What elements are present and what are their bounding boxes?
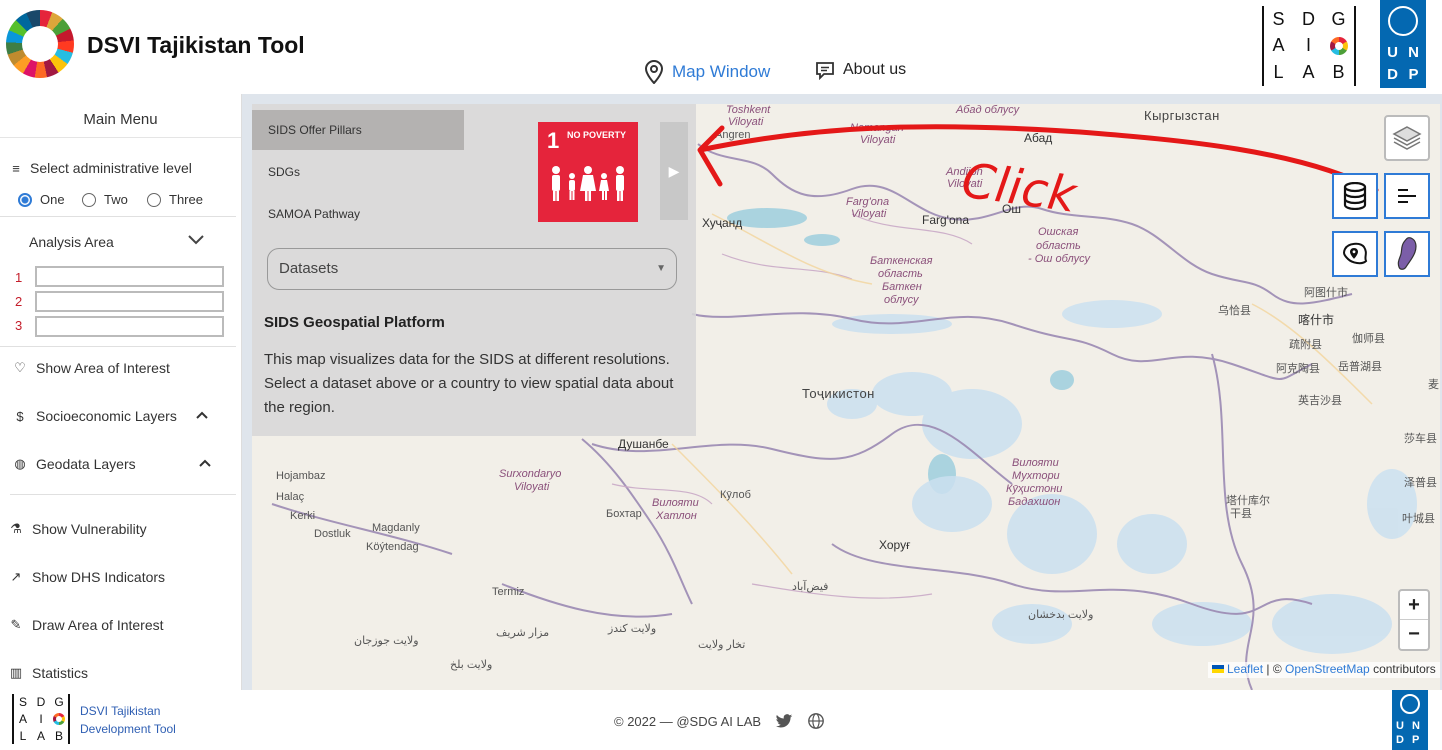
- footer-name-line: Development Tool: [80, 722, 176, 736]
- align-left-icon: [1398, 189, 1416, 203]
- footer-tool-link[interactable]: DSVI Tajikistan Development Tool: [80, 702, 176, 738]
- menu-toggle-button[interactable]: [1384, 173, 1430, 219]
- logo-letter: I: [39, 711, 43, 726]
- sdg-goal-1-tile[interactable]: 1 NO POVERTY: [538, 122, 638, 222]
- database-button[interactable]: [1332, 173, 1378, 219]
- logo-letter: S: [18, 695, 27, 710]
- sdg-tile-number: 1: [547, 128, 560, 153]
- layers-control-button[interactable]: [1384, 115, 1430, 161]
- sids-info-panel: SIDS Offer Pillars SDGs SAMOA Pathway 1 …: [252, 104, 696, 436]
- family-icon: [552, 166, 624, 201]
- map-attribution: Leaflet | © OpenStreetMap contributors: [1208, 662, 1440, 678]
- sdg-tile-text: NO POVERTY: [567, 130, 627, 140]
- datasets-dropdown[interactable]: Datasets ▼: [267, 248, 677, 290]
- logo-letter: D: [1396, 734, 1404, 746]
- twitter-icon[interactable]: [775, 713, 793, 729]
- logo-letter: U: [1396, 720, 1404, 732]
- tab-samoa-pathway[interactable]: SAMOA Pathway: [252, 194, 464, 234]
- logo-letter: D: [36, 695, 46, 710]
- tab-sdgs[interactable]: SDGs: [252, 152, 464, 192]
- logo-letter: G: [54, 695, 64, 710]
- ukraine-flag-icon: [1212, 665, 1224, 673]
- zoom-in-button[interactable]: +: [1400, 591, 1428, 620]
- un-emblem-icon: [1400, 694, 1420, 714]
- footer-name-line: DSVI Tajikistan: [80, 704, 161, 718]
- logo-letter: A: [36, 728, 45, 743]
- sdg-ring-icon: [53, 712, 65, 725]
- attribution-sep: | ©: [1266, 662, 1282, 676]
- logo-letter: A: [18, 711, 27, 726]
- zoom-control: + −: [1398, 589, 1430, 651]
- osm-link[interactable]: OpenStreetMap: [1285, 662, 1370, 676]
- zoom-out-button[interactable]: −: [1400, 620, 1428, 649]
- panel-heading: SIDS Geospatial Platform: [264, 314, 445, 331]
- next-slide-button[interactable]: ▶: [660, 122, 688, 220]
- region-shape-button[interactable]: [1384, 231, 1430, 277]
- attribution-contributors: contributors: [1373, 662, 1436, 676]
- footer-sdg-ai-lab-logo: S D G A I L A B: [12, 694, 70, 744]
- click-annotation-text: Click: [958, 152, 1081, 224]
- copyright-text: © 2022 — @SDG AI LAB: [614, 713, 762, 729]
- layers-icon: [1392, 126, 1422, 150]
- logo-letter: P: [1412, 734, 1420, 746]
- logo-letter: L: [19, 728, 27, 743]
- footer-copyright: © 2022 — @SDG AI LAB: [614, 712, 825, 730]
- footer-undp-logo: U N D P: [1392, 690, 1428, 750]
- map-location-icon: [1343, 242, 1368, 265]
- caret-down-icon: ▼: [656, 263, 666, 274]
- red-annotation: Click: [697, 124, 1379, 224]
- logo-letter: B: [54, 728, 63, 743]
- chevron-right-icon: ▶: [668, 162, 680, 179]
- globe-icon[interactable]: [807, 712, 825, 730]
- logo-letter: N: [1412, 720, 1420, 732]
- panel-description: This map visualizes data for the SIDS at…: [264, 351, 674, 416]
- region-shape-icon: [1397, 237, 1417, 270]
- map-location-button[interactable]: [1332, 231, 1378, 277]
- leaflet-link[interactable]: Leaflet: [1227, 662, 1263, 676]
- database-icon: [1343, 182, 1367, 210]
- tab-sids-offer-pillars[interactable]: SIDS Offer Pillars: [252, 110, 464, 150]
- datasets-placeholder: Datasets: [279, 260, 339, 277]
